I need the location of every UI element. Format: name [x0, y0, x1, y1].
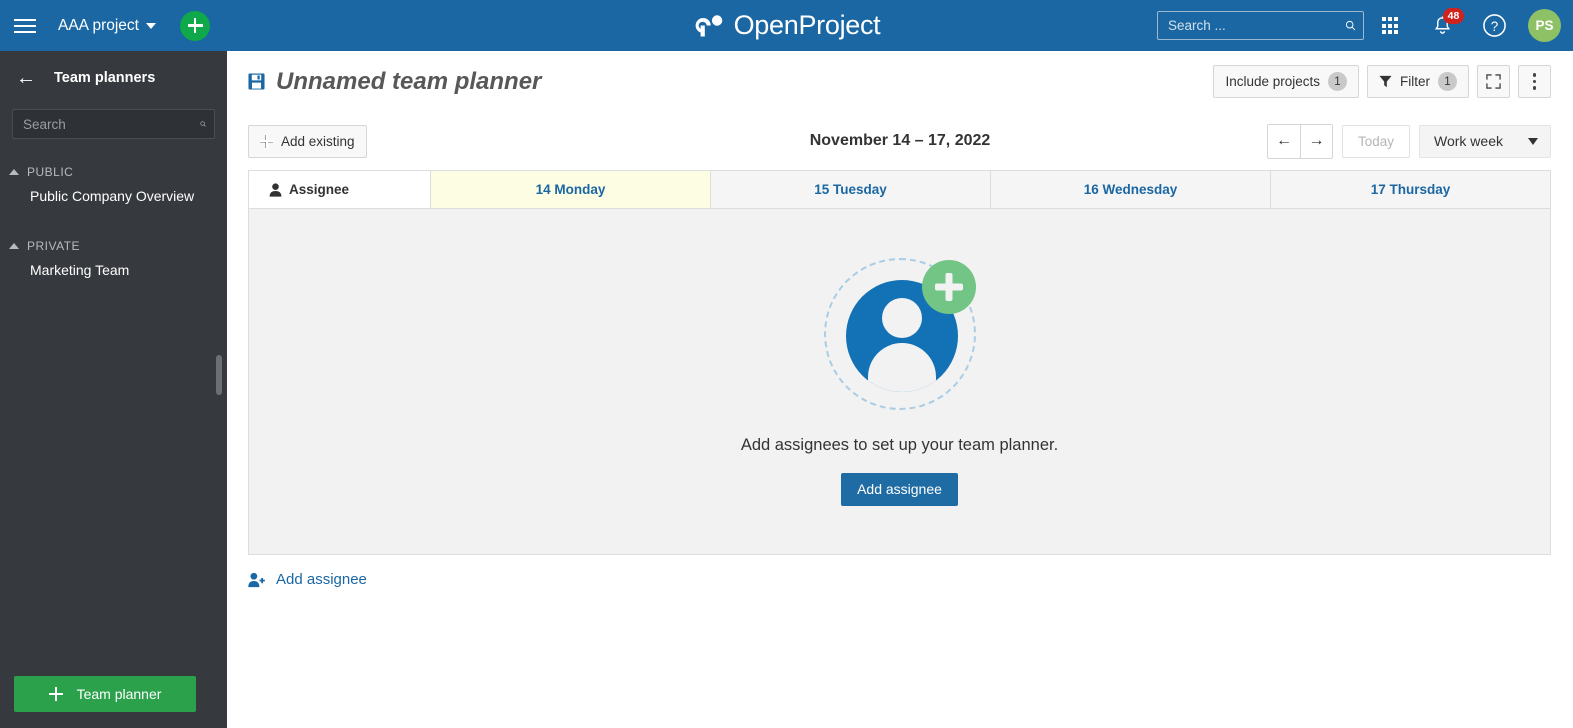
- project-selector-label: AAA project: [58, 17, 139, 35]
- page-header-actions: Include projects 1 Filter 1: [1213, 65, 1551, 98]
- calendar-arrow-group: ← →: [1267, 124, 1333, 159]
- add-person-illustration: [824, 258, 976, 410]
- global-search[interactable]: [1157, 11, 1364, 40]
- more-menu-button[interactable]: [1518, 65, 1551, 98]
- search-icon: [200, 116, 206, 132]
- filter-count: 1: [1438, 72, 1457, 91]
- add-assignee-primary-button[interactable]: Add assignee: [841, 473, 958, 506]
- calendar-toolbar: Add existing November 14 – 17, 2022 ← → …: [227, 112, 1573, 170]
- chevron-down-icon: [1528, 138, 1538, 145]
- add-assignee-link-label: Add assignee: [276, 571, 367, 588]
- create-team-planner-label: Team planner: [77, 686, 162, 702]
- next-period-button[interactable]: →: [1300, 125, 1332, 158]
- sidebar: ← Team planners PUBLIC Public Company Ov…: [0, 51, 227, 728]
- add-assignee-link[interactable]: Add assignee: [248, 571, 367, 588]
- include-projects-label: Include projects: [1225, 74, 1320, 89]
- page-title: Unnamed team planner: [276, 68, 541, 96]
- day-column-header-wednesday[interactable]: 16 Wednesday: [991, 171, 1271, 208]
- hamburger-icon[interactable]: [14, 16, 40, 36]
- empty-state-message: Add assignees to set up your team planne…: [741, 436, 1058, 455]
- fullscreen-button[interactable]: [1477, 65, 1510, 98]
- day-column-header-thursday[interactable]: 17 Thursday: [1271, 171, 1550, 208]
- sidebar-group-label: PUBLIC: [27, 165, 73, 179]
- filter-label: Filter: [1400, 74, 1430, 89]
- day-column-header-tuesday[interactable]: 15 Tuesday: [711, 171, 991, 208]
- notification-count-badge: 48: [1443, 8, 1464, 24]
- funnel-icon: [1379, 75, 1392, 88]
- user-avatar[interactable]: PS: [1528, 9, 1561, 42]
- top-bar-right-actions: 48 ? PS: [1157, 0, 1561, 51]
- add-existing-label: Add existing: [281, 134, 355, 149]
- help-button[interactable]: ?: [1468, 0, 1520, 51]
- global-add-button[interactable]: [180, 11, 210, 41]
- include-projects-count: 1: [1328, 72, 1347, 91]
- calendar-navigation: ← → Today Work week: [1267, 124, 1551, 159]
- assignee-column-label: Assignee: [289, 182, 349, 197]
- kebab-menu-icon: [1533, 73, 1536, 89]
- previous-period-button[interactable]: ←: [1268, 125, 1300, 158]
- chevron-up-icon: [9, 169, 19, 175]
- plus-icon: [49, 687, 63, 701]
- search-input[interactable]: [1168, 18, 1345, 33]
- sidebar-search-input[interactable]: [23, 117, 200, 132]
- calendar-empty-state: Add assignees to set up your team planne…: [249, 209, 1550, 554]
- openproject-logo-text: OpenProject: [734, 10, 881, 41]
- project-selector[interactable]: AAA project: [58, 17, 156, 35]
- assignee-column-header: Assignee: [249, 171, 431, 208]
- main-content: Unnamed team planner Include projects 1 …: [227, 51, 1573, 728]
- chevron-up-icon: [9, 243, 19, 249]
- include-projects-button[interactable]: Include projects 1: [1213, 65, 1359, 98]
- notifications-button[interactable]: 48: [1416, 0, 1468, 51]
- svg-text:?: ?: [1490, 19, 1497, 34]
- sidebar-scrollbar-thumb[interactable]: [216, 355, 222, 395]
- expand-arrows-icon: [1486, 74, 1501, 89]
- create-team-planner-button[interactable]: Team planner: [14, 676, 196, 712]
- view-type-value: Work week: [1434, 133, 1503, 149]
- person-icon: [269, 183, 282, 197]
- sidebar-title: Team planners: [54, 70, 155, 86]
- modules-button[interactable]: [1364, 0, 1416, 51]
- sidebar-search[interactable]: [12, 109, 215, 139]
- person-body-shape: [868, 343, 936, 392]
- today-button[interactable]: Today: [1342, 125, 1410, 158]
- search-icon: [1345, 17, 1356, 34]
- arrow-left-icon[interactable]: ←: [16, 68, 36, 88]
- question-circle-icon: ?: [1482, 13, 1507, 38]
- sidebar-item-marketing-team[interactable]: Marketing Team: [0, 253, 227, 287]
- openproject-mark-icon: [693, 13, 725, 39]
- grid-apps-icon: [1382, 17, 1399, 34]
- sidebar-header: ← Team planners: [0, 51, 227, 105]
- person-head-shape: [882, 298, 922, 338]
- day-column-header-monday[interactable]: 14 Monday: [431, 171, 711, 208]
- sidebar-item-public-company-overview[interactable]: Public Company Overview: [0, 179, 227, 213]
- sidebar-group-private[interactable]: PRIVATE: [0, 239, 227, 253]
- plus-badge-icon: [922, 260, 976, 314]
- openproject-logo[interactable]: OpenProject: [693, 10, 881, 41]
- avatar-initials: PS: [1535, 18, 1553, 33]
- calendar-header-row: Assignee 14 Monday 15 Tuesday 16 Wednesd…: [249, 171, 1550, 209]
- sidebar-group-public[interactable]: PUBLIC: [0, 165, 227, 179]
- chevron-down-icon: [146, 23, 156, 29]
- floppy-disk-icon[interactable]: [248, 73, 265, 90]
- sidebar-group-label: PRIVATE: [27, 239, 80, 253]
- plus-icon: [260, 135, 273, 148]
- view-type-select[interactable]: Work week: [1419, 125, 1551, 158]
- team-planner-calendar: Assignee 14 Monday 15 Tuesday 16 Wednesd…: [248, 170, 1551, 555]
- page-header: Unnamed team planner Include projects 1 …: [227, 51, 1573, 112]
- person-add-icon: [248, 572, 265, 588]
- top-navigation-bar: AAA project OpenProject: [0, 0, 1573, 51]
- add-existing-button[interactable]: Add existing: [248, 125, 367, 158]
- filter-button[interactable]: Filter 1: [1367, 65, 1469, 98]
